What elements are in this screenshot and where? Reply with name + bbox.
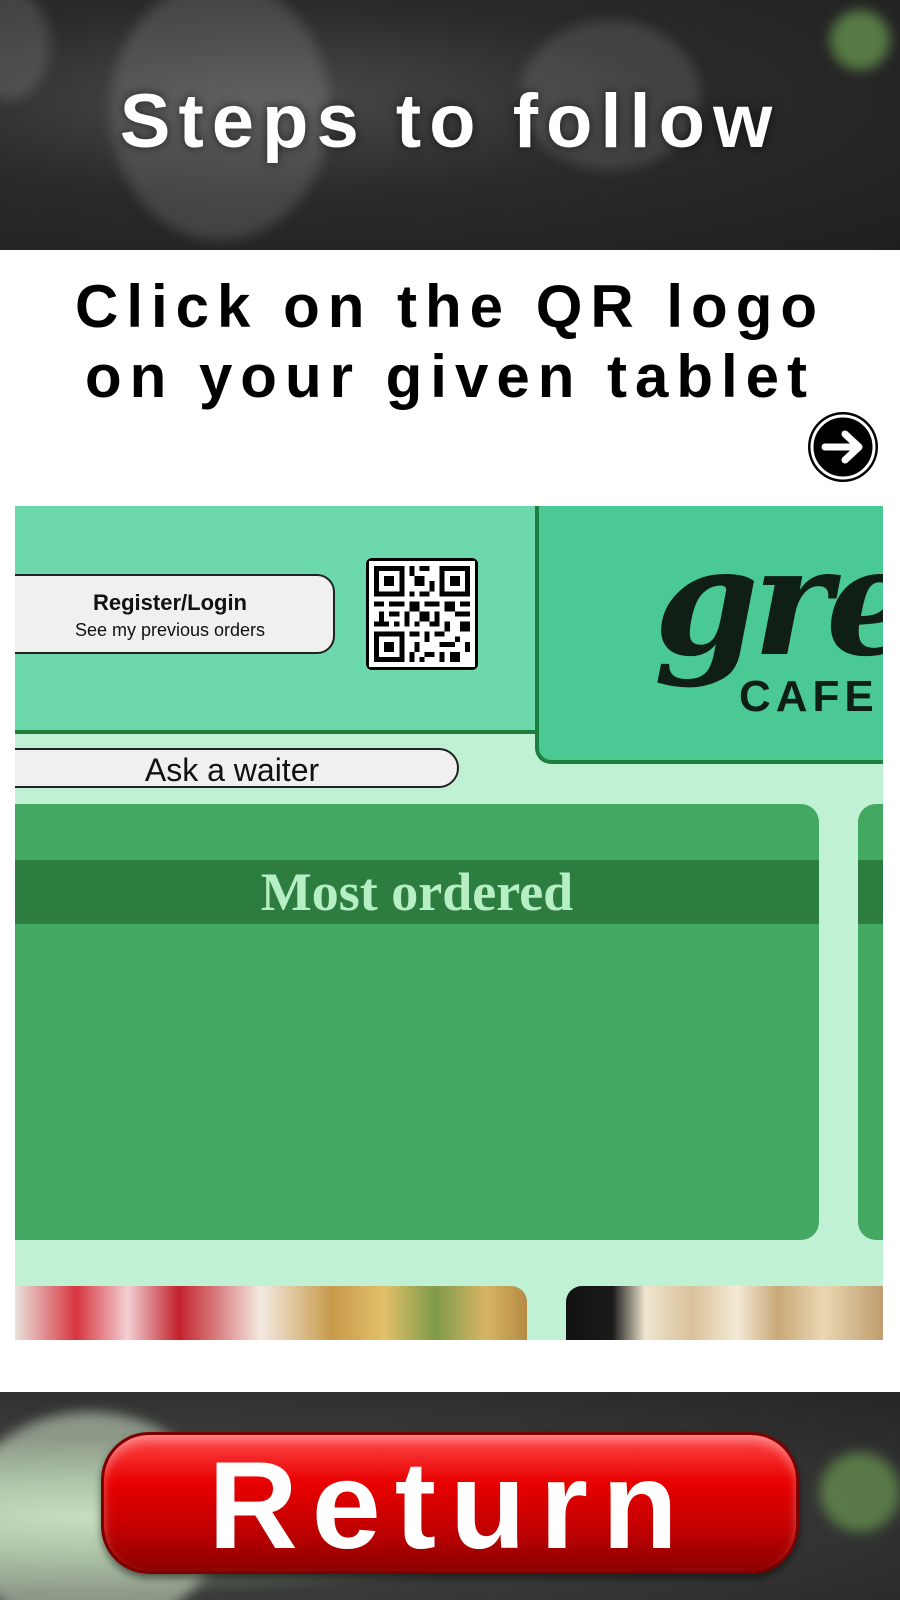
tablet-screen-preview: Register/Login See my previous orders gr… (15, 506, 883, 1340)
instruction-text: Click on the QR logo on your given table… (0, 272, 900, 412)
preview-topbar: Register/Login See my previous orders (15, 506, 539, 734)
return-button[interactable]: Return (101, 1432, 799, 1575)
register-login-button[interactable]: Register/Login See my previous orders (15, 574, 335, 654)
most-ordered-header: Most ordered (15, 860, 819, 924)
next-step-button[interactable] (808, 412, 878, 482)
adjacent-card-header (858, 860, 883, 924)
leaf-decoration (830, 10, 890, 70)
return-label: Return (208, 1437, 692, 1575)
instruction-line-2: on your given tablet (84, 343, 816, 410)
qr-code-icon (369, 561, 475, 667)
food-image-pastries[interactable] (566, 1286, 883, 1340)
header-banner: Steps to follow (0, 0, 900, 250)
ask-waiter-button[interactable]: Ask a waiter (15, 748, 459, 788)
leaf-decoration (820, 1452, 900, 1532)
adjacent-card (858, 804, 883, 1240)
most-ordered-card: Most ordered (15, 804, 819, 1240)
footer-banner: Return (0, 1392, 900, 1600)
arrow-right-icon (810, 414, 876, 480)
page-title: Steps to follow (119, 79, 781, 164)
logo-cafe-text: CAFE (739, 672, 879, 721)
cafe-logo: gre CAFE (535, 506, 883, 764)
logo-script-text: gre (654, 514, 883, 690)
register-title: Register/Login (92, 590, 247, 615)
qr-code-button[interactable] (366, 558, 478, 670)
food-image-desserts[interactable] (15, 1286, 527, 1340)
most-ordered-title: Most ordered (260, 862, 574, 922)
register-subtitle: See my previous orders (74, 620, 266, 640)
instruction-line-1: Click on the QR logo (74, 273, 825, 340)
